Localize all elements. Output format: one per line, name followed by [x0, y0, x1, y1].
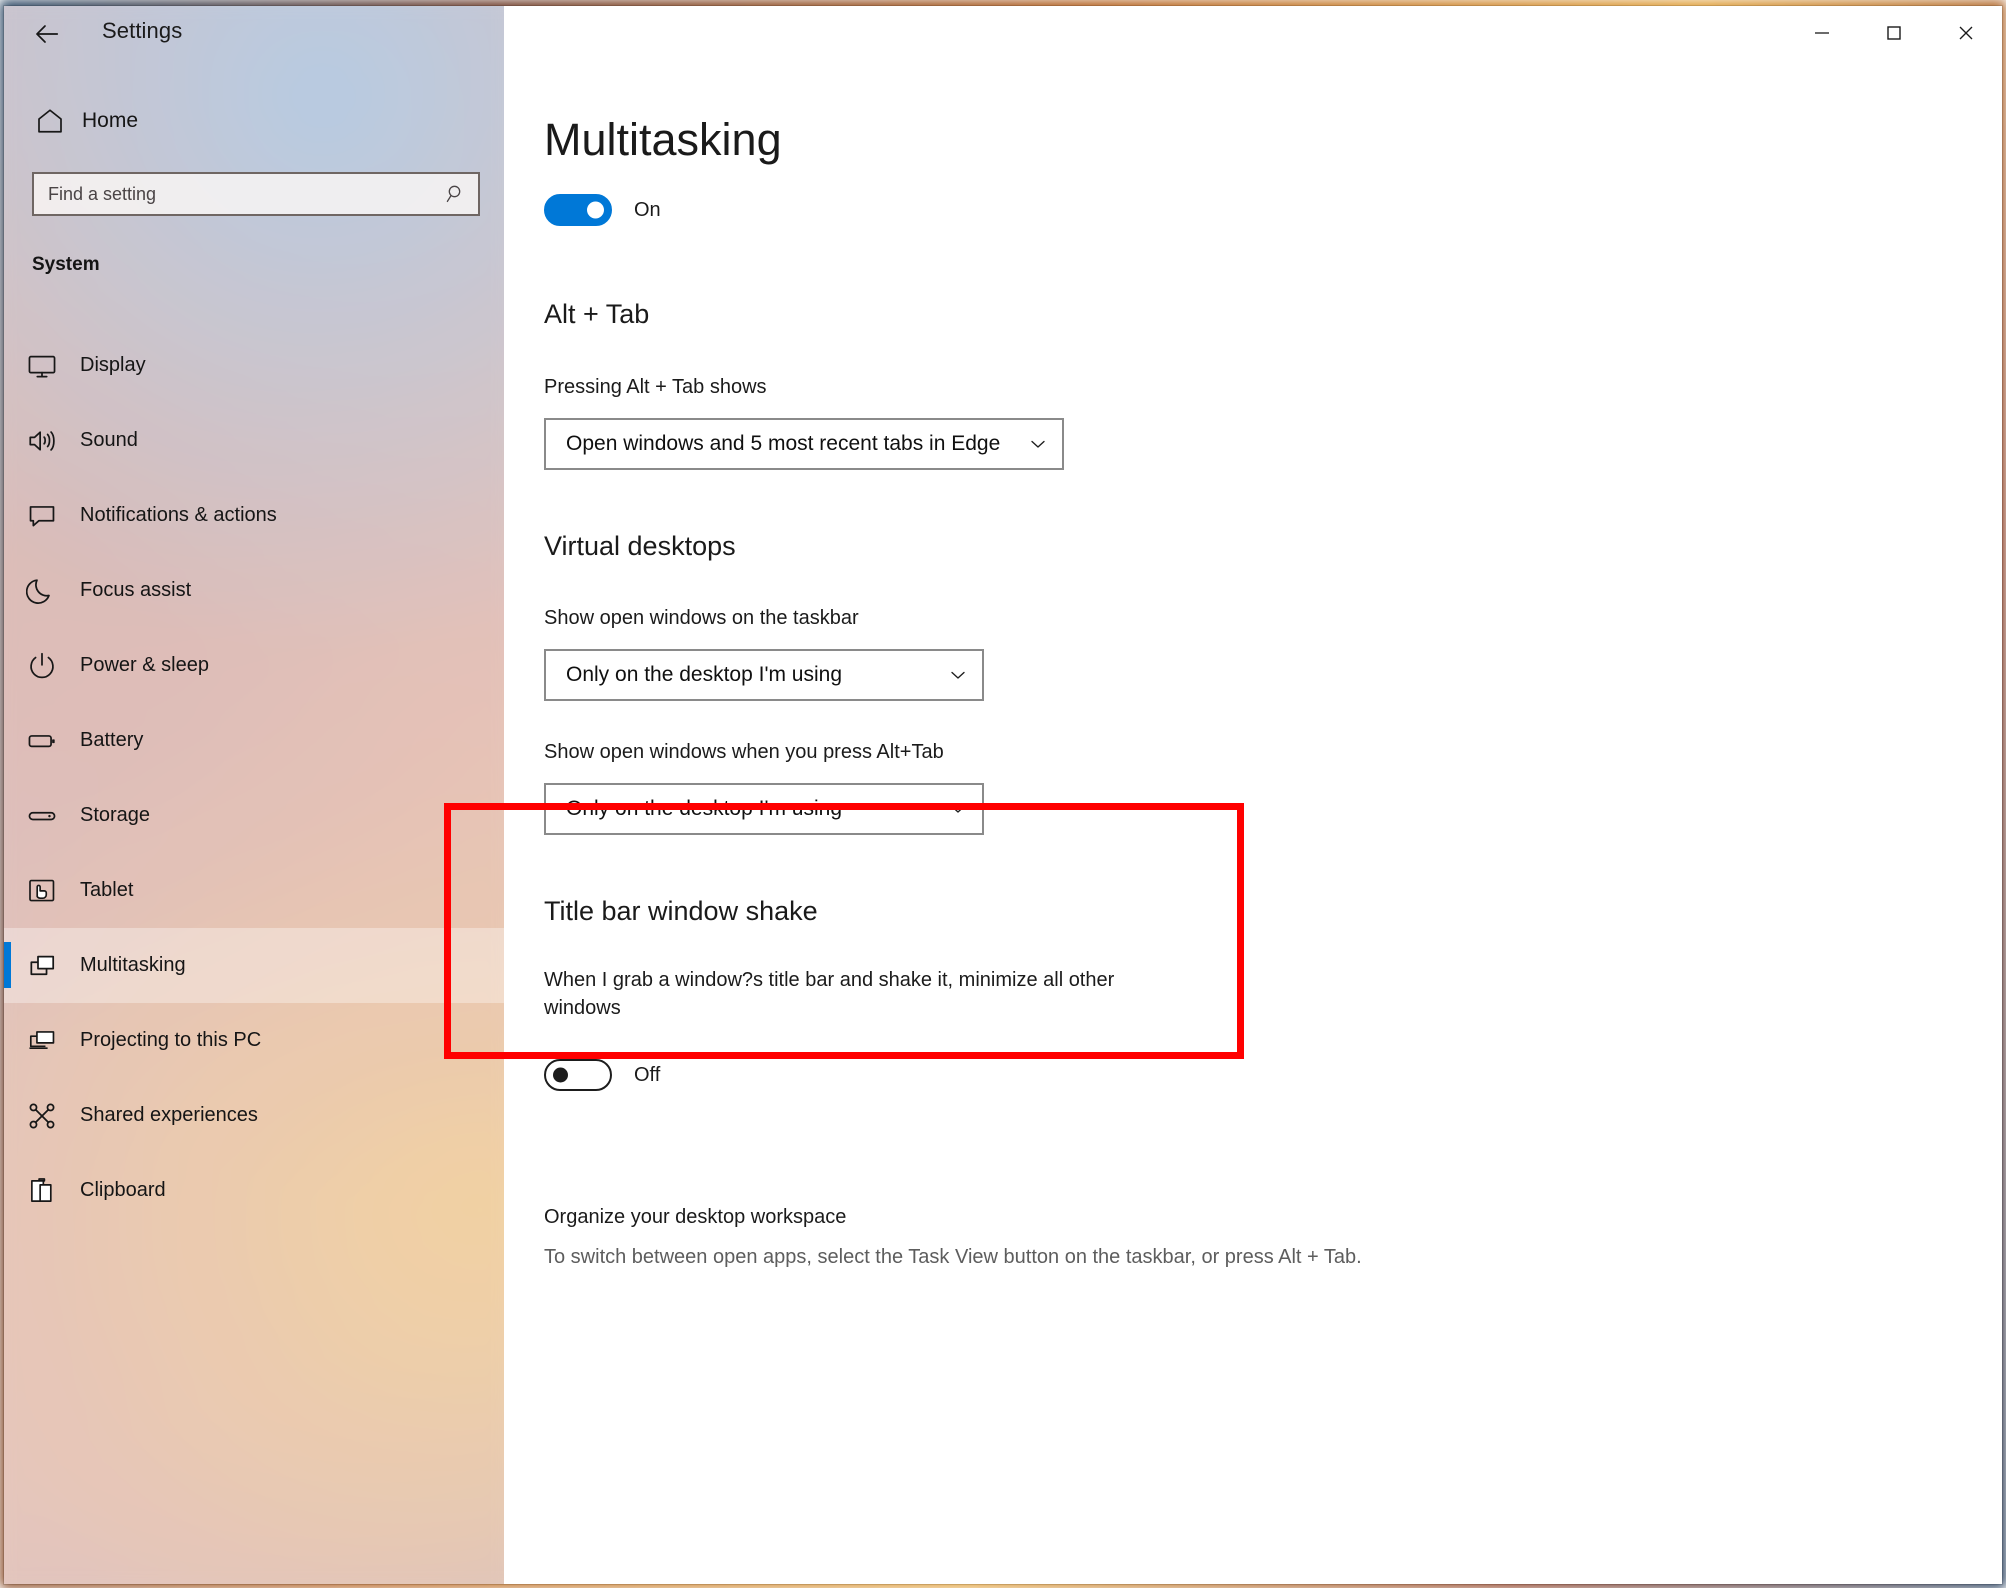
title-bar-shake-toggle-label: Off: [634, 1063, 661, 1086]
section-heading-virtual-desktops: Virtual desktops: [544, 531, 736, 561]
maximize-button[interactable]: [1858, 6, 1930, 60]
search-placeholder: Find a setting: [48, 183, 157, 204]
alt-tab-dropdown[interactable]: Open windows and 5 most recent tabs in E…: [544, 418, 1064, 470]
sidebar-item-label: Storage: [80, 804, 151, 826]
toggle-knob: [553, 1067, 568, 1083]
vd-alttab-field-label: Show open windows when you press Alt+Tab: [544, 741, 944, 763]
project-screen-icon: [4, 1025, 80, 1057]
sidebar-item-label: Shared experiences: [80, 1104, 258, 1126]
navigation-pane: Home Find a setting System Display Sound…: [4, 6, 504, 1584]
snap-windows-toggle[interactable]: [544, 194, 612, 226]
share-nodes-icon: [4, 1100, 80, 1132]
sidebar-item-battery[interactable]: Battery: [4, 703, 504, 778]
sidebar-item-label: Multitasking: [80, 954, 186, 976]
windows-stack-icon: [4, 950, 80, 982]
window-controls: [1786, 6, 2002, 60]
page-title: Multitasking: [544, 114, 782, 166]
settings-window: Home Find a setting System Display Sound…: [4, 6, 2002, 1584]
sidebar-item-label: Focus assist: [80, 579, 192, 601]
monitor-icon: [4, 350, 80, 382]
sidebar-item-label: Sound: [80, 429, 138, 451]
sidebar-item-label: Display: [80, 354, 146, 376]
sidebar-item-shared-experiences[interactable]: Shared experiences: [4, 1078, 504, 1153]
sidebar-item-list: Display Sound Notifications & actions Fo…: [4, 328, 504, 1228]
selection-indicator: [4, 942, 11, 988]
vd-taskbar-field-label: Show open windows on the taskbar: [544, 607, 859, 629]
title-bar-shake-description: When I grab a window?s title bar and sha…: [544, 969, 1115, 1020]
vd-alttab-dropdown-value: Only on the desktop I'm using: [566, 797, 842, 820]
sidebar-group-title: System: [32, 254, 100, 275]
search-icon[interactable]: [434, 182, 478, 206]
vd-taskbar-dropdown-value: Only on the desktop I'm using: [566, 663, 842, 686]
app-title: Settings: [102, 18, 183, 43]
drive-icon: [4, 800, 80, 832]
snap-windows-toggle-label: On: [634, 198, 661, 221]
search-input[interactable]: Find a setting: [32, 172, 480, 216]
sidebar-item-tablet[interactable]: Tablet: [4, 853, 504, 928]
sidebar-item-storage[interactable]: Storage: [4, 778, 504, 853]
settings-app-window: Home Find a setting System Display Sound…: [0, 0, 2006, 1588]
window-titlebar[interactable]: Settings: [4, 6, 2002, 68]
sidebar-item-label: Clipboard: [80, 1179, 166, 1201]
vd-alttab-dropdown[interactable]: Only on the desktop I'm using: [544, 783, 984, 835]
alt-tab-dropdown-value: Open windows and 5 most recent tabs in E…: [566, 432, 1001, 455]
home-icon: [18, 106, 82, 136]
battery-icon: [4, 725, 80, 757]
chevron-down-icon: [934, 799, 982, 819]
section-heading-title-bar-window-shake: Title bar window shake: [544, 896, 818, 926]
sidebar-item-multitasking[interactable]: Multitasking: [4, 928, 504, 1003]
sidebar-item-clipboard[interactable]: Clipboard: [4, 1153, 504, 1228]
alt-tab-field-label: Pressing Alt + Tab shows: [544, 376, 767, 398]
sidebar-item-notifications-actions[interactable]: Notifications & actions: [4, 478, 504, 553]
vd-taskbar-dropdown[interactable]: Only on the desktop I'm using: [544, 649, 984, 701]
sidebar-item-label: Tablet: [80, 879, 134, 901]
sidebar-item-label: Notifications & actions: [80, 504, 277, 526]
tablet-touch-icon: [4, 875, 80, 907]
sidebar-item-label: Projecting to this PC: [80, 1029, 262, 1051]
clipboard-icon: [4, 1175, 80, 1207]
minimize-button[interactable]: [1786, 6, 1858, 60]
chevron-down-icon: [934, 665, 982, 685]
sidebar-item-label: Battery: [80, 729, 144, 751]
speaker-icon: [4, 425, 80, 457]
footer-body: To switch between open apps, select the …: [544, 1246, 1362, 1268]
snap-windows-toggle-row: On: [544, 194, 661, 226]
section-heading-alt-tab: Alt + Tab: [544, 299, 650, 329]
chevron-down-icon: [1014, 434, 1062, 454]
sidebar-item-label: Power & sleep: [80, 654, 209, 676]
navigation-content: Home Find a setting System Display Sound…: [4, 6, 504, 1584]
sidebar-item-power-sleep[interactable]: Power & sleep: [4, 628, 504, 703]
back-button[interactable]: [18, 8, 76, 60]
sidebar-item-home[interactable]: Home: [18, 94, 484, 148]
sidebar-item-focus-assist[interactable]: Focus assist: [4, 553, 504, 628]
toggle-knob: [587, 201, 604, 219]
power-icon: [4, 650, 80, 682]
footer-heading: Organize your desktop workspace: [544, 1206, 847, 1228]
sidebar-item-home-label: Home: [82, 109, 139, 132]
moon-icon: [4, 575, 80, 607]
title-bar-shake-toggle-row: Off: [544, 1059, 660, 1091]
sidebar-item-display[interactable]: Display: [4, 328, 504, 403]
main-content-pane: Multitasking On Alt + Tab Pressing Alt +…: [504, 6, 2002, 1584]
sidebar-item-sound[interactable]: Sound: [4, 403, 504, 478]
close-button[interactable]: [1930, 6, 2002, 60]
sidebar-item-projecting-to-this-pc[interactable]: Projecting to this PC: [4, 1003, 504, 1078]
title-bar-shake-toggle[interactable]: [544, 1059, 612, 1091]
chat-bubble-icon: [4, 500, 80, 532]
